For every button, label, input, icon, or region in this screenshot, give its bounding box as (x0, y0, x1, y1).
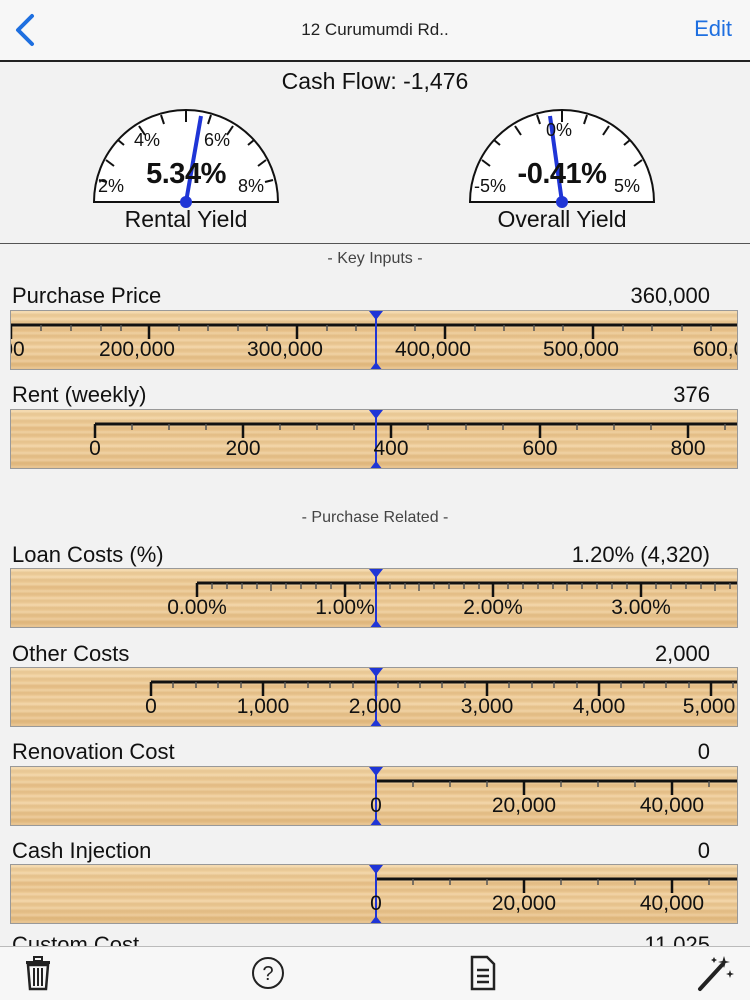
cash-injection-label: Cash Injection (12, 838, 152, 863)
ruler-tick-label: 20,000 (491, 892, 557, 915)
report-button[interactable] (462, 953, 502, 993)
gauge-tick-label: 0% (546, 120, 573, 140)
ruler-tick-label: 2,000 (348, 695, 402, 718)
navigation-bar: 12 Curumumdi Rd.. Edit (0, 0, 750, 62)
ruler-tick-label: 200 (225, 437, 261, 460)
ruler-tick-label: 200,000 (99, 338, 175, 361)
purchase-price-label: Purchase Price (12, 283, 162, 308)
ruler-tick-label: 20,000 (491, 794, 557, 817)
ruler-tick-label: 4,000 (572, 695, 626, 718)
cash-injection-slider[interactable]: 0 20,000 40,000 (10, 864, 738, 924)
ruler-tick-label: 0 (370, 794, 382, 817)
rent-label: Rent (weekly) (12, 382, 147, 407)
delete-button[interactable] (18, 953, 58, 993)
ruler-tick-label: 3.00% (611, 596, 671, 619)
cash-flow-text: Cash Flow: -1,476 (281, 68, 469, 94)
magic-wand-icon (698, 956, 734, 991)
help-icon: ? (252, 957, 284, 989)
bottom-toolbar: ? (0, 946, 750, 1000)
ruler-tick-label: 3,000 (460, 695, 514, 718)
renovation-cost-slider[interactable]: 0 20,000 40,000 (10, 766, 738, 826)
cash-injection-value: 0 (697, 838, 710, 863)
loan-costs-label: Loan Costs (%) (12, 542, 164, 567)
ruler-tick-label: 5,000 (682, 695, 736, 718)
yield-summary-panel: Cash Flow: -1,476 2% 4% 6% 8% 5.34% Rent… (0, 62, 750, 244)
rental-yield-gauge: 2% 4% 6% 8% 5.34% Rental Yield (76, 102, 296, 242)
gauge-tick-label: 4% (134, 130, 161, 150)
gauge-tick-label: 6% (204, 130, 231, 150)
other-costs-label: Other Costs (12, 641, 130, 666)
help-button[interactable]: ? (248, 953, 288, 993)
renovation-cost-label: Renovation Cost (12, 739, 175, 764)
ruler-tick-label: 00 (11, 338, 25, 361)
ruler-tick-label: 300,000 (247, 338, 323, 361)
ruler-tick-label: 2.00% (463, 596, 523, 619)
purchase-price-slider[interactable]: 00 200,000 300,000 400,000 500,000 600,0 (10, 310, 738, 370)
svg-text:?: ? (262, 963, 273, 985)
ruler-tick-label: 1.00% (315, 596, 375, 619)
ruler-tick-label: 400,000 (395, 338, 471, 361)
ruler-tick-label: 400 (373, 437, 409, 460)
rent-value: 376 (673, 382, 710, 407)
ruler-tick-label: 800 (670, 437, 706, 460)
ruler-tick-label: 40,000 (639, 892, 705, 915)
ruler-tick-label: 1,000 (236, 695, 290, 718)
rental-yield-label: Rental Yield (124, 206, 248, 232)
loan-costs-value: 1.20% (4,320) (571, 542, 710, 567)
magic-button[interactable] (694, 953, 734, 993)
edit-button[interactable]: Edit (694, 16, 732, 42)
purchase-price-value: 360,000 (630, 283, 710, 308)
renovation-cost-value: 0 (697, 739, 710, 764)
ruler-tick-label: 0 (370, 892, 382, 915)
page-title: 12 Curumumdi Rd.. (301, 20, 449, 39)
section-title-key-inputs: - Key Inputs - (327, 250, 423, 267)
ruler-tick-label: 600,0 (692, 338, 737, 361)
ruler-tick-label: 0 (145, 695, 157, 718)
document-icon (470, 955, 496, 991)
trash-icon (26, 956, 50, 991)
ruler-tick-label: 40,000 (639, 794, 705, 817)
overall-yield-label: Overall Yield (497, 206, 627, 232)
overall-yield-value: -0.41% (517, 158, 607, 190)
ruler-tick-label: 600 (522, 437, 558, 460)
rent-slider[interactable]: 0 200 400 600 800 (10, 409, 738, 469)
other-costs-value: 2,000 (654, 641, 710, 666)
ruler-tick-label: 500,000 (543, 338, 619, 361)
loan-costs-slider[interactable]: 0.00% 1.00% 2.00% 3.00% (10, 568, 738, 628)
section-title-purchase-related: - Purchase Related - (301, 509, 449, 526)
ruler-tick-label: 0.00% (167, 596, 227, 619)
other-costs-slider[interactable]: 0 1,000 2,000 3,000 4,000 5,000 (10, 667, 738, 727)
ruler-tick-label: 0 (89, 437, 101, 460)
rental-yield-value: 5.34% (146, 158, 226, 190)
overall-yield-gauge: -5% 0% 5% -0.41% Overall Yield (452, 102, 672, 242)
